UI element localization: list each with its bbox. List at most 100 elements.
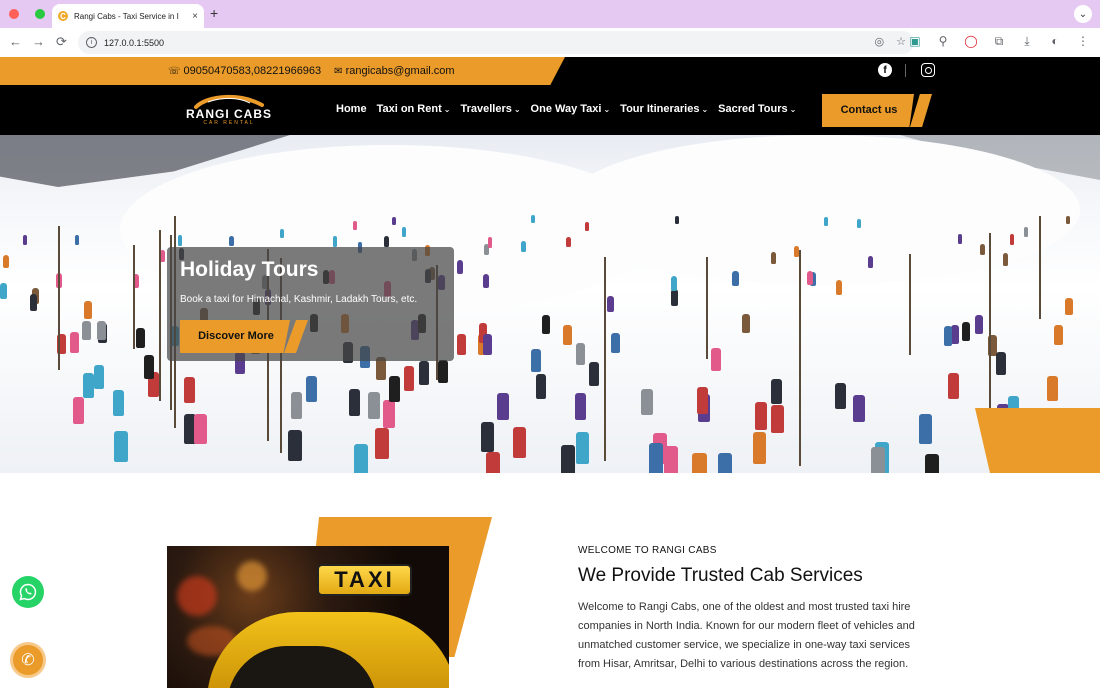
tourist-figure [770,378,782,405]
tourist-figure [480,422,494,453]
tourist-figure [649,442,664,473]
contact-us-button[interactable]: Contact us [822,94,932,127]
hero-subtitle: Book a taxi for Himachal, Kashmir, Ladak… [180,294,418,305]
tourist-figure [696,387,709,414]
tourist-figure [566,236,571,248]
tourist-figure [402,227,407,238]
whatsapp-button[interactable] [12,576,44,608]
tourist-figure [770,252,776,265]
envelope-icon: ✉ [334,65,343,77]
tourist-figure [870,446,885,473]
tourist-figure [995,351,1006,375]
tourist-figure [563,325,572,346]
forward-button[interactable]: → [32,34,45,49]
tourist-figure [692,452,707,473]
tourist-figure [1066,215,1071,225]
window-zoom-button[interactable] [35,9,45,19]
tourist-figure [867,255,874,269]
eye-slash-icon[interactable]: ◎ [875,35,885,48]
tourist-figure [94,364,105,389]
tab-title: Rangi Cabs - Taxi Service in I [74,11,179,21]
wooden-pole [58,225,61,371]
opera-icon[interactable]: ◯ [964,34,978,49]
hero-corner-accent [975,408,1100,473]
tourist-figure [664,445,678,473]
tab-search-button[interactable]: ⌄ [1074,5,1092,23]
about-body: Welcome to Rangi Cabs, one of the oldest… [578,601,915,670]
taxi-photo: TAXI [167,546,449,688]
tourist-figure [392,216,396,226]
tourist-figure [718,452,733,473]
site-header: RANGI CABS CAR RENTAL Home Taxi on Rent ⌄ T… [0,85,1100,135]
tourist-figure [290,391,303,419]
topbar-phone[interactable]: 09050470583,08221966963 [184,65,322,77]
tourist-figure [288,430,302,462]
discover-more-button[interactable]: Discover More [180,320,310,353]
wooden-pole [159,230,162,402]
profile-avatar-icon[interactable]: ◐ [1048,34,1062,49]
tourist-figure [611,332,621,354]
tab-close-icon[interactable]: × [192,11,198,22]
puzzle-extensions-icon[interactable]: ⧉ [992,34,1006,49]
bookmark-star-icon[interactable]: ☆ [896,35,906,48]
tourist-figure [1003,253,1009,266]
topbar-email[interactable]: rangicabs@gmail.com [346,65,455,77]
tourist-figure [542,314,551,334]
browser-tab[interactable]: C Rangi Cabs - Taxi Service in I × [52,4,204,28]
tourist-figure [641,388,653,416]
nav-item-one-way-taxi[interactable]: One Way Taxi ⌄ [531,103,611,115]
wooden-pole [132,244,135,350]
nav-item-tour-itineraries[interactable]: Tour Itineraries ⌄ [620,103,708,115]
back-button[interactable]: ← [9,34,22,49]
chevron-down-icon: ⌄ [443,104,451,114]
tourist-figure [279,228,285,239]
window-close-button[interactable] [9,9,19,19]
tourist-figure [352,220,357,230]
chevron-down-icon: ⌄ [513,104,521,114]
tourist-figure [389,376,401,402]
nav-item-taxi-on-rent[interactable]: Taxi on Rent ⌄ [377,103,451,115]
tourist-figure [771,404,784,433]
nav-item-label: Sacred Tours [718,103,788,115]
tourist-figure [575,432,590,464]
tourist-figure [483,273,490,289]
tourist-figure [852,395,865,423]
tourist-figure [22,234,28,246]
browser-tab-strip: C Rangi Cabs - Taxi Service in I × + ⌄ [0,0,1100,28]
tourist-figure [143,355,154,379]
facebook-icon[interactable]: f [878,63,892,77]
reload-button[interactable]: ⟳ [56,34,67,50]
tourist-figure [531,349,541,372]
browser-menu-icon[interactable]: ⋮ [1076,34,1090,49]
site-topbar: ☏ 09050470583,08221966963 ✉ rangicabs@gm… [0,57,1100,85]
nav-item-sacred-tours[interactable]: Sacred Tours ⌄ [718,103,796,115]
extension-icon[interactable]: ▣ [908,34,922,49]
tourist-figure [806,270,813,286]
tourist-figure [368,392,380,420]
about-title: We Provide Trusted Cab Services [578,565,863,586]
instagram-icon[interactable] [921,63,935,77]
tourist-figure [835,279,843,296]
wooden-pole [705,257,708,360]
nav-item-home[interactable]: Home [336,103,367,115]
zoom-icon[interactable]: ⚲ [936,34,950,49]
site-logo[interactable]: RANGI CABS CAR RENTAL [178,93,280,127]
call-button[interactable]: ✆ [10,642,46,678]
site-info-icon[interactable]: i [86,37,97,48]
tourist-figure [384,236,389,248]
whatsapp-icon [19,583,37,601]
logo-title: RANGI CABS [185,107,272,121]
topbar-contact: ☏ 09050470583,08221966963 ✉ rangicabs@gm… [168,65,455,77]
tourist-figure [575,342,585,365]
tourist-figure [732,271,739,286]
nav-item-label: Tour Itineraries [620,103,700,115]
download-icon[interactable]: ⤓ [1020,34,1034,49]
tourist-figure [485,451,500,473]
tourist-figure [513,427,527,458]
tourist-figure [97,320,106,341]
address-bar[interactable]: i 127.0.0.1:5500 ◎ ☆ [78,31,914,54]
tourist-figure [1054,325,1063,345]
new-tab-button[interactable]: + [210,5,218,21]
nav-item-travellers[interactable]: Travellers ⌄ [460,103,520,115]
tourist-figure [83,372,95,398]
